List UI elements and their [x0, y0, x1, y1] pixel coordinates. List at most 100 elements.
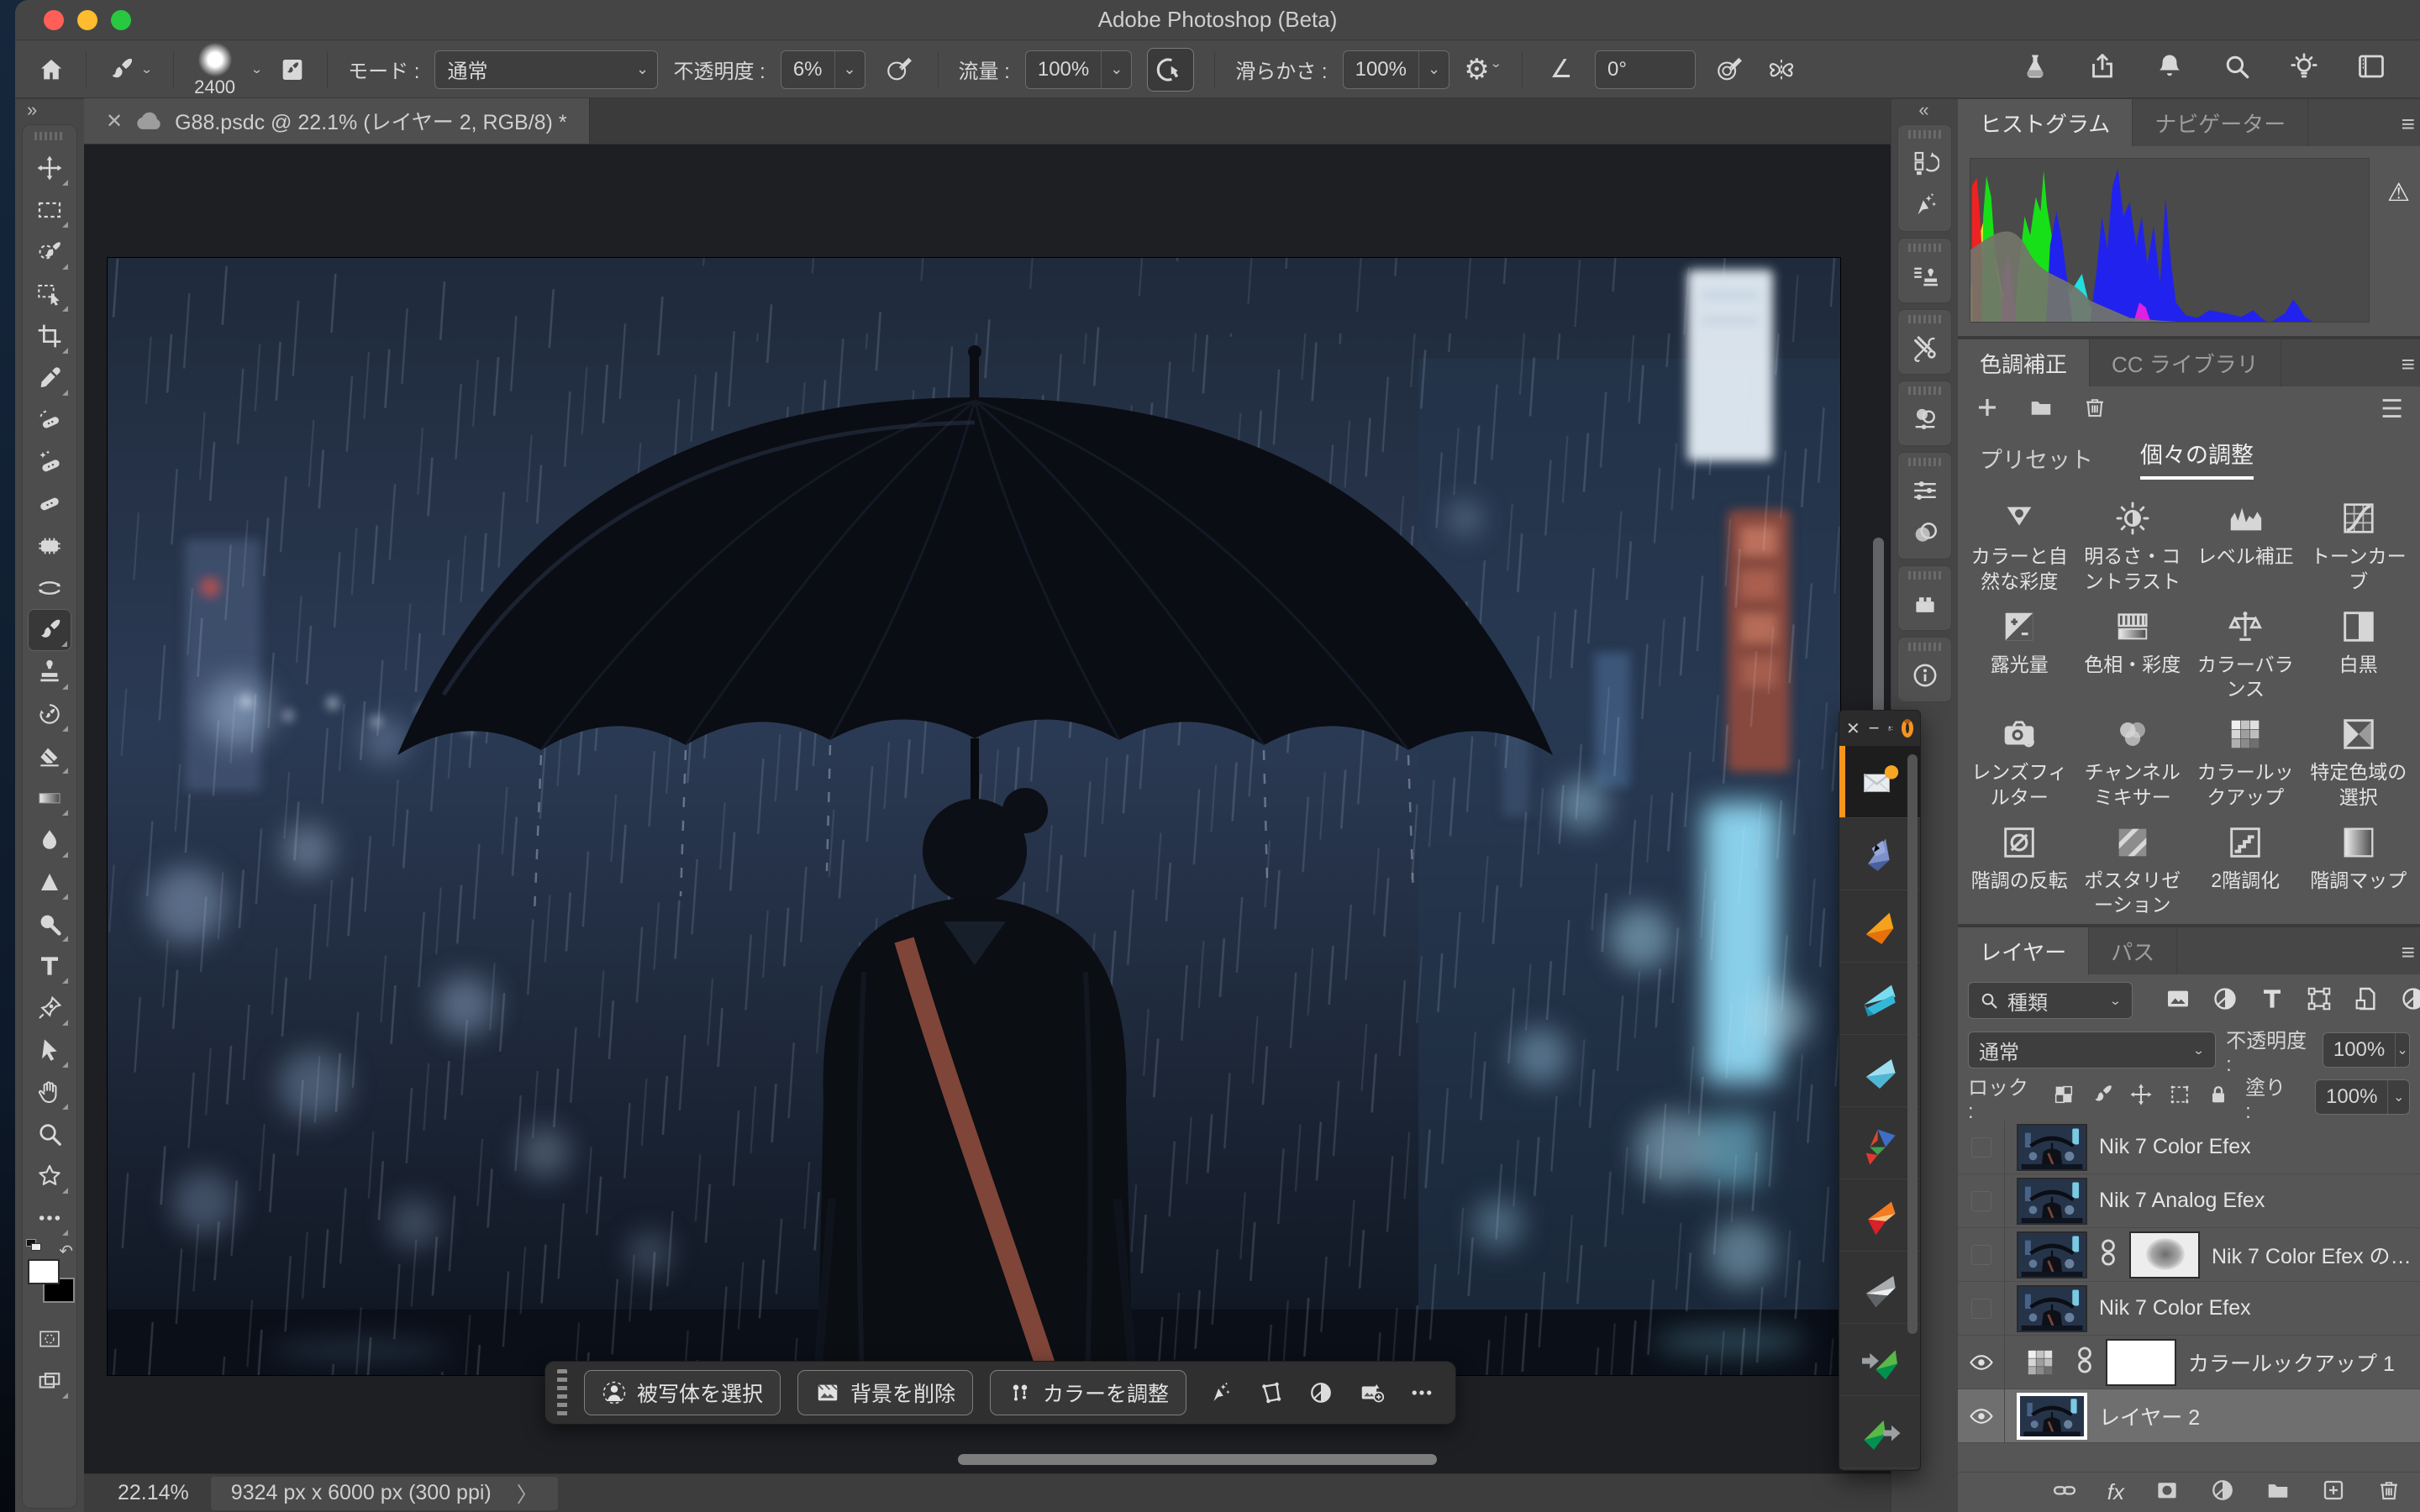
filter-type-layers-icon[interactable] [2259, 985, 2286, 1016]
zoom-level[interactable]: 22.14% [118, 1481, 189, 1505]
collapse-panels-button[interactable]: « [1891, 99, 1958, 124]
brush-preset-picker[interactable]: 2400 [194, 43, 235, 97]
dock-grip[interactable] [1908, 386, 1942, 395]
home-button[interactable] [37, 55, 66, 84]
pressure-opacity-button[interactable] [881, 55, 918, 84]
plugin-minimize-icon[interactable]: − [1869, 717, 1880, 739]
plugin-item-sharpener-raw[interactable] [1839, 1324, 1920, 1396]
dock-grip[interactable] [1908, 130, 1942, 139]
dock-grip[interactable] [1908, 571, 1942, 580]
swap-colors-button[interactable]: ↶ [59, 1241, 73, 1262]
adjustment-folder-icon[interactable] [2028, 395, 2054, 424]
tab-histogram[interactable]: ヒストグラム [1958, 99, 2133, 146]
magic-wand-sparkle-button[interactable] [1203, 1380, 1237, 1405]
taskbar-drag-handle[interactable] [557, 1369, 567, 1416]
airbrush-toggle-button[interactable] [1147, 48, 1194, 92]
subtab-individual[interactable]: 個々の調整 [2140, 437, 2254, 480]
plugins-panel-icon[interactable] [1904, 583, 1946, 625]
subtab-presets[interactable]: プリセット [1980, 442, 2093, 475]
close-tab-icon[interactable]: ✕ [106, 109, 123, 134]
horizontal-scrollbar[interactable] [958, 1454, 1437, 1465]
layer-filter-select[interactable]: 種類 ⌄ [1968, 982, 2133, 1019]
mask-link-icon[interactable] [2075, 1343, 2094, 1381]
histogram-warning-icon[interactable]: ⚠ [2387, 178, 2410, 207]
layer-row[interactable]: Nik 7 Color Efex のコピー [1958, 1228, 2420, 1282]
adj-posterize[interactable]: ポスタリゼーション [2076, 815, 2190, 920]
filter-image-layers-icon[interactable] [2165, 985, 2191, 1016]
adj-hue-saturation[interactable]: 色相・彩度 [2076, 599, 2190, 704]
actions-wand-panel-icon[interactable] [1904, 184, 1946, 226]
tool-type[interactable] [28, 945, 71, 987]
beta-flask-icon[interactable] [2020, 51, 2050, 87]
filter-shape-layers-icon[interactable] [2306, 985, 2333, 1016]
adj-color-lookup[interactable]: カラールックアップ [2189, 706, 2302, 811]
tab-navigator[interactable]: ナビゲーター [2133, 99, 2308, 146]
properties-sliders-panel-icon[interactable] [1904, 470, 1946, 512]
lock-transparency-icon[interactable] [2052, 1083, 2075, 1112]
adj-vibrance[interactable]: カラーと自然な彩度 [1963, 491, 2076, 596]
lock-artboard-icon[interactable] [2168, 1083, 2191, 1112]
tool-remove[interactable] [28, 399, 71, 441]
lock-position-icon[interactable] [2129, 1083, 2153, 1112]
adj-curves[interactable]: トーンカーブ [2302, 491, 2416, 596]
adjustments-panel-icon[interactable] [1904, 398, 1946, 440]
tool-patch[interactable] [28, 525, 71, 567]
adjustment-button[interactable] [1304, 1380, 1338, 1405]
clone-source-panel-icon[interactable] [1904, 255, 1946, 297]
tool-blur[interactable] [28, 819, 71, 861]
tool-dodge[interactable] [28, 903, 71, 945]
add-mask-button[interactable] [2154, 1478, 2180, 1507]
panel-menu-icon[interactable]: ≡ [2402, 111, 2415, 138]
add-adjustment-plus-icon[interactable] [1975, 395, 2000, 424]
search-button[interactable] [2222, 51, 2252, 87]
info-panel-icon[interactable] [1904, 654, 1946, 696]
tool-marquee[interactable] [28, 189, 71, 231]
adj-invert[interactable]: 階調の反転 [1963, 815, 2076, 920]
transform-button[interactable] [1254, 1380, 1287, 1405]
document-tab[interactable]: ✕ G88.psdc @ 22.1% (レイヤー 2, RGB/8) * [84, 98, 590, 144]
toolbar-grip[interactable] [34, 132, 65, 140]
adj-levels[interactable]: レベル補正 [2189, 491, 2302, 596]
adj-gradient-map[interactable]: 階調マップ [2302, 815, 2416, 920]
filter-smart-object-icon[interactable] [2353, 985, 2380, 1016]
dock-grip[interactable] [1908, 643, 1942, 651]
lock-all-icon[interactable] [2207, 1083, 2230, 1112]
new-layer-button[interactable] [2321, 1478, 2346, 1507]
lock-pixels-icon[interactable] [2091, 1083, 2114, 1112]
tool-hand[interactable] [28, 1071, 71, 1113]
visibility-toggle[interactable] [1958, 1336, 2005, 1389]
tool-clone-stamp[interactable] [28, 651, 71, 693]
smoothing-input[interactable]: 100%⌄ [1343, 50, 1449, 89]
add-image-button[interactable] [1355, 1380, 1388, 1405]
select-subject-button[interactable]: 被写体を選択 [584, 1370, 781, 1415]
visibility-toggle[interactable] [1958, 1389, 2005, 1442]
layer-row-selected[interactable]: レイヤー 2 [1958, 1389, 2420, 1443]
tool-spot-healing[interactable] [28, 441, 71, 483]
adj-threshold[interactable]: 2階調化 [2189, 815, 2302, 920]
adj-brightness-contrast[interactable]: 明るさ・コントラスト [2076, 491, 2190, 596]
visibility-toggle[interactable] [1958, 1121, 2005, 1173]
workspace-switcher-button[interactable] [2356, 51, 2386, 87]
filter-adjustment-layers-icon[interactable] [2212, 985, 2238, 1016]
layer-row[interactable]: Nik 7 Color Efex [1958, 1121, 2420, 1174]
plugin-close-icon[interactable]: ✕ [1846, 718, 1860, 739]
tool-zoom[interactable] [28, 1113, 71, 1155]
layer-row[interactable]: Nik 7 Analog Efex [1958, 1174, 2420, 1228]
quick-mask-button[interactable] [28, 1318, 71, 1360]
adj-photo-filter[interactable]: レンズフィルター [1963, 706, 2076, 811]
tool-crop[interactable] [28, 315, 71, 357]
tool-presets-panel-icon[interactable] [1904, 327, 1946, 369]
blend-mode-select[interactable]: 通常⌄ [434, 50, 658, 89]
toolbar-expand-button[interactable]: » [15, 99, 84, 121]
adj-black-white[interactable]: 白黒 [2302, 599, 2416, 704]
zoom-window-button[interactable] [111, 10, 131, 30]
layer-fill-input[interactable]: 100%⌄ [2315, 1079, 2410, 1115]
screen-mode-button[interactable] [28, 1360, 71, 1402]
layer-blend-mode-select[interactable]: 通常 ⌄ [1968, 1032, 2216, 1068]
panel-menu-icon[interactable]: ≡ [2402, 939, 2415, 966]
vertical-scrollbar[interactable] [1873, 538, 1884, 719]
new-adjustment-layer-button[interactable] [2210, 1478, 2235, 1507]
paint-symmetry-button[interactable] [1763, 55, 1800, 85]
plugin-settings-icon[interactable] [1888, 720, 1893, 737]
layer-row[interactable]: Nik 7 Color Efex [1958, 1282, 2420, 1336]
